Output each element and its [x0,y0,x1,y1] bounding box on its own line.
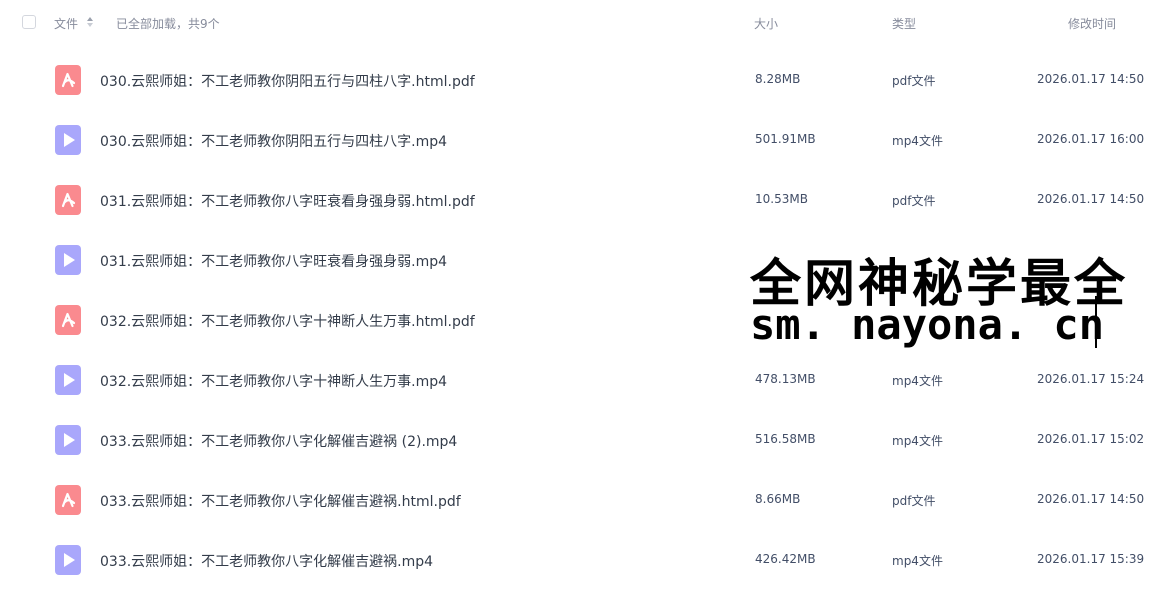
file-size: 426.42MB [755,552,816,566]
column-header-type[interactable]: 类型 [892,15,916,32]
sort-icon[interactable] [86,16,94,30]
watermark-overlay: 全网神秘学最全 sm. nayona. cn [746,236,1150,354]
video-file-icon [55,245,81,275]
file-modified-time: 2026.01.17 15:02 [1037,432,1145,446]
file-modified-time: 2026.01.17 14:50 [1037,192,1145,206]
watermark-url: sm. nayona. cn [750,300,1105,349]
video-file-icon [55,125,81,155]
file-name[interactable]: 032.云熙师姐：不工老师教你八字十神断人生万事.mp4 [100,371,447,391]
file-type: mp4文件 [892,554,943,568]
file-list-page: 文件 已全部加载，共9个 大小 类型 修改时间 030.云熙师姐：不工老师教你阴… [0,0,1152,598]
file-size: 501.91MB [755,132,816,146]
file-size: 8.28MB [755,72,801,86]
video-file-icon [55,425,81,455]
file-row[interactable]: 031.云熙师姐：不工老师教你八字旺衰看身强身弱.html.pdf 10.53M… [0,170,1152,230]
file-type: pdf文件 [892,494,936,508]
file-size: 516.58MB [755,432,816,446]
list-header: 文件 已全部加载，共9个 大小 类型 修改时间 [0,0,1152,46]
file-type: mp4文件 [892,134,943,148]
file-name[interactable]: 033.云熙师姐：不工老师教你八字化解催吉避祸.mp4 [100,551,433,571]
file-name[interactable]: 030.云熙师姐：不工老师教你阴阳五行与四柱八字.html.pdf [100,71,475,91]
file-name[interactable]: 033.云熙师姐：不工老师教你八字化解催吉避祸.html.pdf [100,491,461,511]
file-modified-time: 2026.01.17 14:50 [1037,72,1145,86]
select-all-checkbox[interactable] [22,15,36,29]
file-type: pdf文件 [892,74,936,88]
file-row[interactable]: 032.云熙师姐：不工老师教你八字十神断人生万事.mp4 478.13MB mp… [0,350,1152,410]
file-size: 8.66MB [755,492,801,506]
file-name[interactable]: 031.云熙师姐：不工老师教你八字旺衰看身强身弱.mp4 [100,251,447,271]
file-type: mp4文件 [892,374,943,388]
pdf-file-icon [55,65,81,95]
file-row[interactable]: 033.云熙师姐：不工老师教你八字化解催吉避祸.html.pdf 8.66MB … [0,470,1152,530]
file-name[interactable]: 032.云熙师姐：不工老师教你八字十神断人生万事.html.pdf [100,311,475,331]
file-name[interactable]: 031.云熙师姐：不工老师教你八字旺衰看身强身弱.html.pdf [100,191,475,211]
file-row[interactable]: 033.云熙师姐：不工老师教你八字化解催吉避祸.mp4 426.42MB mp4… [0,530,1152,590]
pdf-file-icon [55,485,81,515]
file-name[interactable]: 030.云熙师姐：不工老师教你阴阳五行与四柱八字.mp4 [100,131,447,151]
video-file-icon [55,365,81,395]
file-modified-time: 2026.01.17 16:00 [1037,132,1145,146]
file-type: pdf文件 [892,194,936,208]
pdf-file-icon [55,185,81,215]
file-row[interactable]: 030.云熙师姐：不工老师教你阴阳五行与四柱八字.html.pdf 8.28MB… [0,50,1152,110]
video-file-icon [55,545,81,575]
file-size: 478.13MB [755,372,816,386]
file-modified-time: 2026.01.17 14:50 [1037,492,1145,506]
column-header-size[interactable]: 大小 [754,15,778,32]
column-header-modified-time[interactable]: 修改时间 [1068,15,1116,32]
file-modified-time: 2026.01.17 15:39 [1037,552,1145,566]
file-row[interactable]: 030.云熙师姐：不工老师教你阴阳五行与四柱八字.mp4 501.91MB mp… [0,110,1152,170]
file-modified-time: 2026.01.17 15:24 [1037,372,1145,386]
text-cursor [1095,296,1097,348]
file-row[interactable]: 033.云熙师姐：不工老师教你八字化解催吉避祸 (2).mp4 516.58MB… [0,410,1152,470]
file-size: 10.53MB [755,192,808,206]
file-name[interactable]: 033.云熙师姐：不工老师教你八字化解催吉避祸 (2).mp4 [100,431,457,451]
file-type: mp4文件 [892,434,943,448]
column-header-name[interactable]: 文件 [54,15,78,32]
load-summary: 已全部加载，共9个 [116,17,220,31]
pdf-file-icon [55,305,81,335]
